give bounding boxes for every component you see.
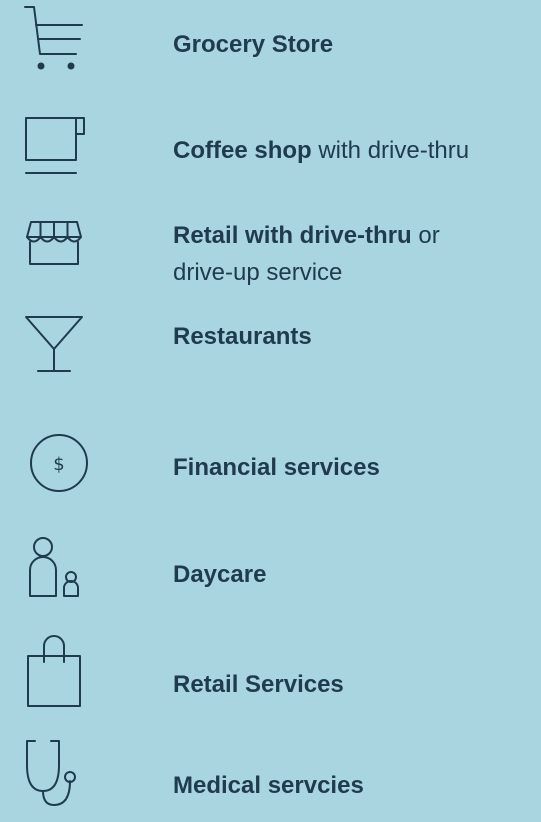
item-text: Retail with drive-thru or drive-up servi… [173, 217, 503, 291]
list-item-medical-services: Medical servcies [0, 730, 541, 820]
item-text: Coffee shop with drive-thru [173, 132, 535, 169]
item-title: Restaurants [173, 323, 312, 350]
item-text: Restaurants [173, 318, 535, 355]
item-title: Retail with drive-thru [173, 222, 412, 249]
item-text: Grocery Store [173, 26, 535, 63]
item-text: Financial services [173, 449, 535, 486]
list-item-retail-services: Retail Services [0, 630, 541, 720]
list-item-grocery-store: Grocery Store [0, 0, 541, 90]
shopping-bag-icon [18, 635, 90, 708]
item-text: Medical servcies [173, 767, 535, 804]
list-item-financial-services: $ Financial services [0, 416, 541, 506]
item-title: Medical servcies [173, 772, 364, 799]
item-title: Grocery Store [173, 31, 334, 58]
item-text: Daycare [173, 556, 535, 593]
item-suffix: with drive-thru [311, 137, 470, 164]
item-title: Coffee shop [173, 137, 312, 164]
list-item-daycare: Daycare [0, 524, 541, 614]
martini-glass-icon [18, 309, 90, 381]
item-text: Retail Services [173, 666, 535, 703]
item-title: Daycare [173, 561, 267, 588]
dollar-glyph: $ [53, 454, 64, 475]
list-item-coffee-shop: Coffee shop with drive-thru [0, 106, 541, 196]
list-item-restaurants: Restaurants [0, 310, 541, 400]
item-title: Financial services [173, 454, 380, 481]
list-item-retail-drive-thru: Retail with drive-thru or drive-up servi… [0, 212, 541, 302]
dollar-coin-icon: $ [18, 416, 90, 492]
storefront-awning-icon [18, 212, 90, 284]
adult-child-icon [18, 530, 90, 602]
stethoscope-icon [18, 737, 90, 809]
service-list: Grocery Store Coffee shop with drive-thr… [0, 0, 541, 822]
shopping-cart-icon [18, 2, 90, 74]
coffee-mug-icon [18, 110, 90, 182]
item-title: Retail Services [173, 671, 344, 698]
